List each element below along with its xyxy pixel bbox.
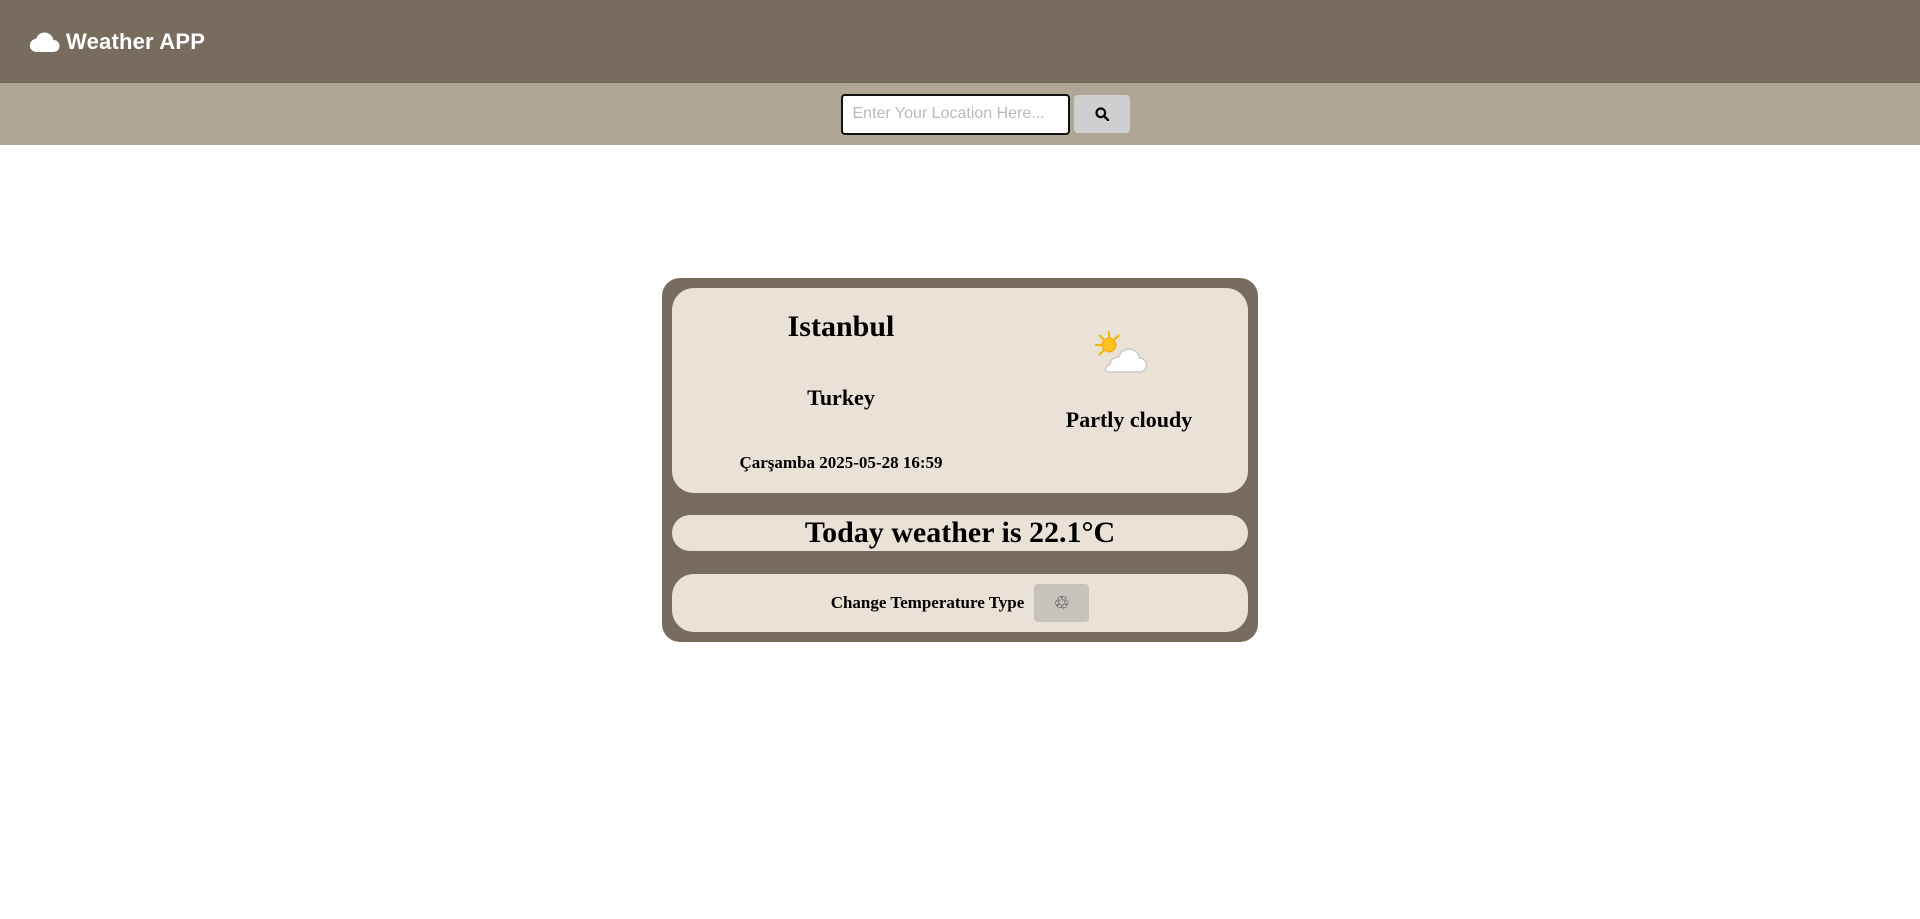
weather-card: Istanbul Turkey Çarşamba 2025-05-28 16:5… [662, 278, 1258, 642]
change-temperature-label: Change Temperature Type [830, 593, 1025, 612]
recycle-icon: ♲ [1053, 592, 1070, 614]
weather-condition: Partly cloudy [1065, 407, 1193, 432]
city-name: Istanbul [787, 310, 895, 343]
navbar: Weather APP [0, 0, 1920, 83]
local-datetime: Çarşamba 2025-05-28 16:59 [739, 453, 943, 472]
partly-cloudy-icon [1095, 331, 1148, 373]
country-name: Turkey [807, 385, 875, 410]
change-temperature-button[interactable]: ♲ [1034, 584, 1090, 622]
location-panel: Istanbul Turkey Çarşamba 2025-05-28 16:5… [672, 288, 1248, 493]
app-title: Weather APP [66, 28, 206, 54]
search-bar [0, 83, 1920, 145]
temperature-text: Today weather is 22.1°C [804, 516, 1116, 549]
search-form [840, 93, 1130, 135]
temperature-panel: Today weather is 22.1°C [672, 515, 1248, 551]
temperature-type-panel: Change Temperature Type ♲ [672, 574, 1248, 632]
location-search-input[interactable] [840, 93, 1070, 135]
cloud-icon [29, 32, 60, 52]
app-brand[interactable]: Weather APP [29, 29, 205, 55]
search-button[interactable] [1073, 95, 1130, 133]
search-icon [1094, 107, 1109, 121]
